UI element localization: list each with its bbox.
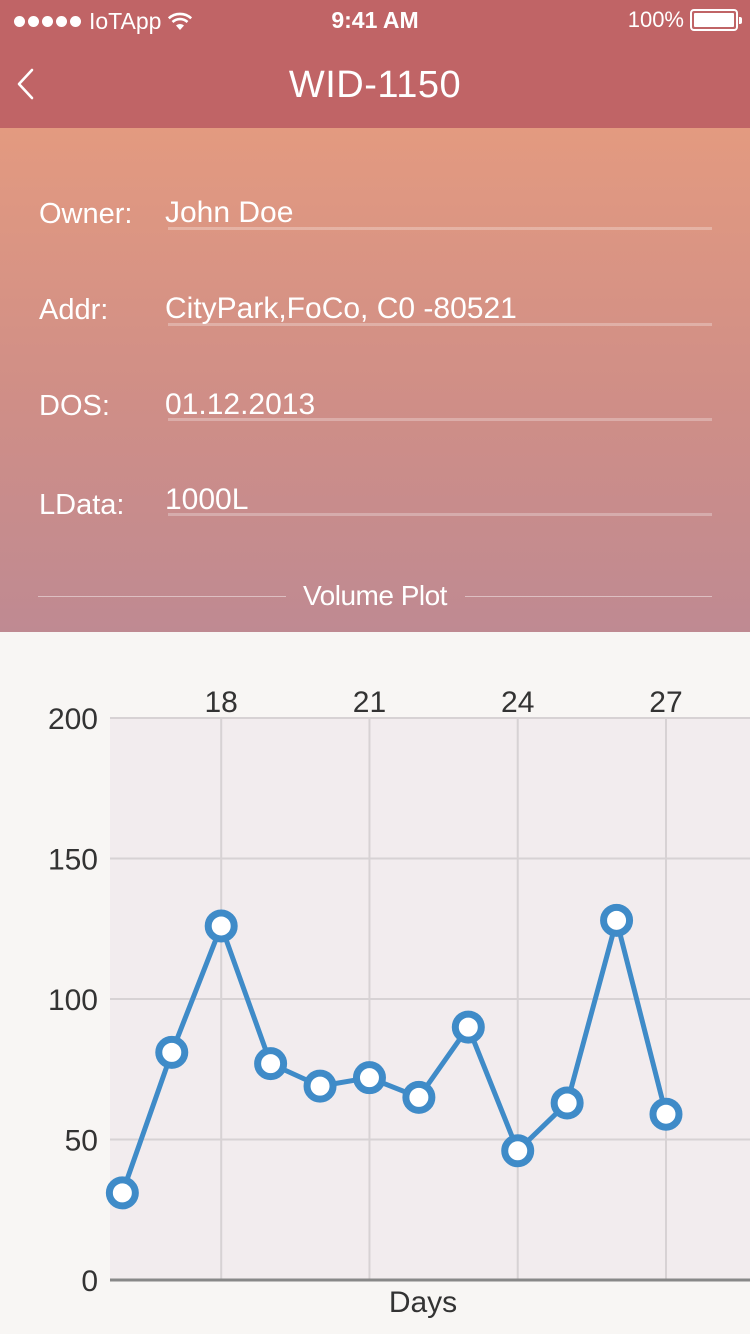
data-point: [254, 1047, 288, 1081]
dos-field: DOS:: [0, 388, 750, 448]
address-label: Addr:: [39, 294, 109, 326]
address-underline: [168, 323, 712, 326]
data-point: [352, 1061, 386, 1095]
ldata-label: LData:: [39, 489, 125, 521]
battery-percent: 100%: [627, 7, 684, 32]
y-tick-label: 0: [81, 1265, 98, 1298]
divider-line-right: [465, 596, 712, 597]
owner-underline: [168, 227, 712, 230]
data-point: [303, 1069, 337, 1103]
x-tick-label: 18: [205, 686, 238, 719]
data-point: [600, 903, 634, 937]
data-point: [649, 1097, 683, 1131]
ldata-input[interactable]: [165, 483, 705, 517]
status-bar: IoTApp 9:41 AM 100%: [0, 0, 750, 40]
owner-label: Owner:: [39, 198, 133, 230]
device-info-panel: Owner: Addr: DOS: LData: Volume Plot: [0, 128, 750, 632]
nav-bar: WID-1150: [0, 40, 750, 128]
ldata-field: LData:: [0, 483, 750, 543]
section-divider: Volume Plot: [0, 578, 750, 618]
dos-label: DOS:: [39, 390, 110, 422]
owner-field: Owner:: [0, 196, 750, 256]
data-point: [402, 1080, 436, 1114]
x-tick-label: 24: [501, 686, 534, 719]
y-tick-label: 150: [48, 844, 98, 877]
data-point: [204, 909, 238, 943]
owner-input[interactable]: [165, 196, 705, 230]
battery-icon: [690, 9, 742, 31]
y-tick-label: 50: [65, 1125, 98, 1158]
data-point: [105, 1176, 139, 1210]
volume-chart[interactable]: 0 50 100 150 200 18 21 24 27 Days: [0, 632, 750, 1334]
ldata-underline: [168, 513, 712, 516]
y-tick-label: 200: [48, 703, 98, 736]
dos-underline: [168, 418, 712, 421]
data-point: [451, 1010, 485, 1044]
address-input[interactable]: [165, 292, 705, 326]
battery-group: 100%: [627, 7, 742, 33]
data-point: [501, 1134, 535, 1168]
x-tick-label: 21: [353, 686, 386, 719]
y-tick-label: 100: [48, 984, 98, 1017]
data-point: [155, 1035, 189, 1069]
data-point: [550, 1086, 584, 1120]
volume-line-chart: 0 50 100 150 200 18 21 24 27 Days: [48, 686, 750, 1319]
x-tick-label: 27: [649, 686, 682, 719]
x-axis-title: Days: [389, 1286, 457, 1319]
address-field: Addr:: [0, 292, 750, 352]
dos-input[interactable]: [165, 388, 705, 422]
page-title: WID-1150: [288, 64, 462, 106]
